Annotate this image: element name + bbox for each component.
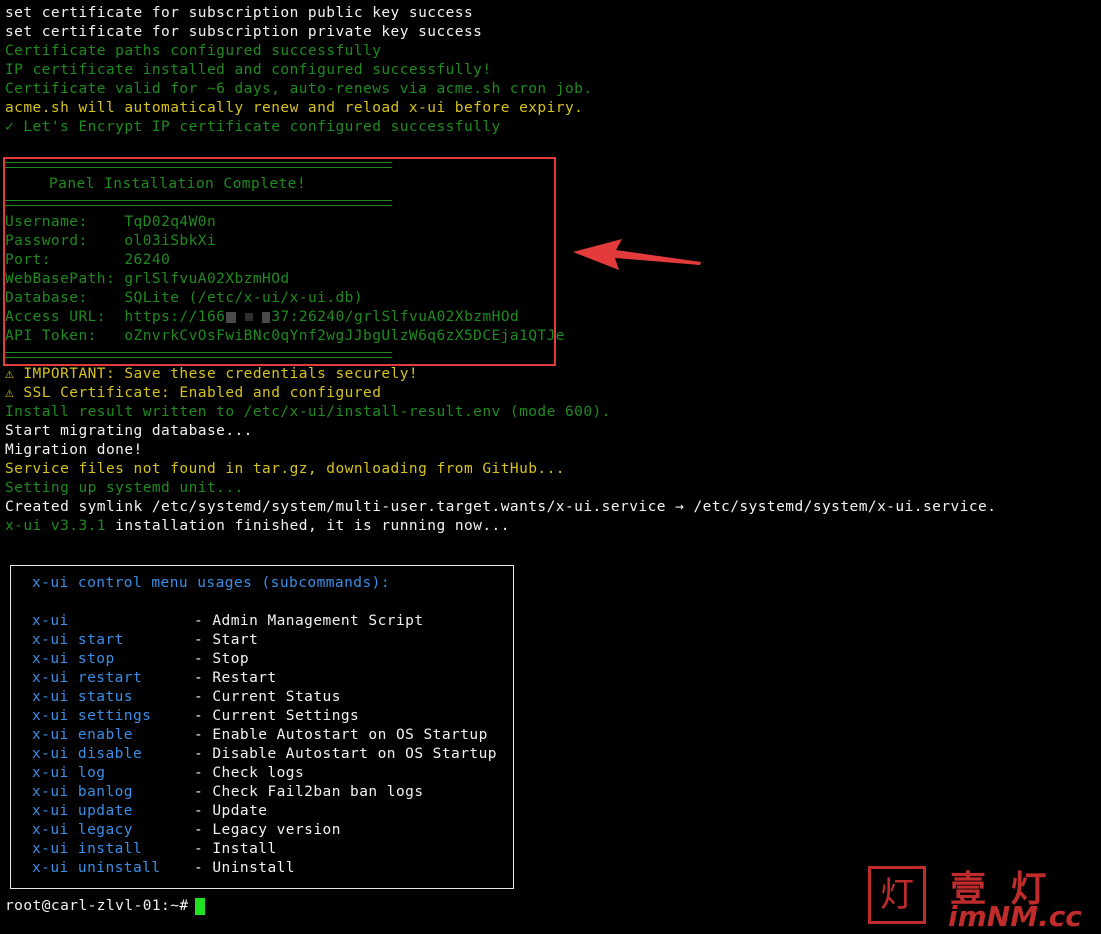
menu-command: x-ui settings: [32, 708, 152, 724]
output-line: Migration done!: [5, 442, 143, 458]
output-line: Certificate valid for ~6 days, auto-rene…: [5, 81, 593, 97]
menu-description: - Uninstall: [194, 860, 295, 876]
output-line: Install result written to /etc/x-ui/inst…: [5, 404, 611, 420]
watermark-logo: 灯: [868, 866, 926, 924]
menu-command: x-ui update: [32, 803, 133, 819]
prompt-text: root@carl-zlvl-01:~#: [5, 898, 189, 914]
menu-description: - Disable Autostart on OS Startup: [194, 746, 497, 762]
output-line: Certificate paths configured successfull…: [5, 43, 382, 59]
menu-description: - Install: [194, 841, 277, 857]
menu-description: - Check Fail2ban ban logs: [194, 784, 424, 800]
finished-text: installation finished, it is running now…: [105, 518, 510, 534]
menu-command: x-ui banlog: [32, 784, 133, 800]
menu-description: - Enable Autostart on OS Startup: [194, 727, 488, 743]
cursor-block: [194, 897, 205, 915]
terminal-window[interactable]: set certificate for subscription public …: [0, 0, 1101, 934]
menu-title: x-ui control menu usages (subcommands):: [32, 575, 391, 591]
highlight-box: [3, 157, 556, 366]
watermark: 灯 壹 灯 imNM.cc: [864, 860, 1094, 933]
menu-command: x-ui stop: [32, 651, 115, 667]
menu-command: x-ui log: [32, 765, 106, 781]
finished-line: x-ui v3.3.1 installation finished, it is…: [5, 517, 510, 536]
menu-command: x-ui status: [32, 689, 133, 705]
version-text: x-ui v3.3.1: [5, 518, 106, 534]
menu-description: - Legacy version: [194, 822, 341, 838]
menu-description: - Restart: [194, 670, 277, 686]
menu-description: - Start: [194, 632, 259, 648]
menu-description: - Stop: [194, 651, 250, 667]
menu-description: - Check logs: [194, 765, 305, 781]
menu-command: x-ui: [32, 613, 69, 629]
output-line: Setting up systemd unit...: [5, 480, 244, 496]
menu-description: - Update: [194, 803, 268, 819]
menu-command: x-ui start: [32, 632, 124, 648]
output-line: ⚠ SSL Certificate: Enabled and configure…: [5, 385, 382, 401]
menu-command: x-ui uninstall: [32, 860, 161, 876]
output-line: Start migrating database...: [5, 423, 253, 439]
output-line: ⚠ IMPORTANT: Save these credentials secu…: [5, 366, 419, 382]
output-line: Created symlink /etc/systemd/system/mult…: [5, 499, 997, 515]
menu-description: - Current Settings: [194, 708, 360, 724]
annotation-arrow-icon: [573, 239, 701, 270]
output-line: IP certificate installed and configured …: [5, 62, 492, 78]
output-line: Service files not found in tar.gz, downl…: [5, 461, 565, 477]
menu-description: - Current Status: [194, 689, 341, 705]
output-line: ✓ Let's Encrypt IP certificate configure…: [5, 119, 501, 135]
watermark-domain-text: imNM.cc: [948, 900, 1082, 933]
output-line: set certificate for subscription public …: [5, 5, 474, 21]
menu-command: x-ui legacy: [32, 822, 133, 838]
menu-description: - Admin Management Script: [194, 613, 424, 629]
menu-command: x-ui restart: [32, 670, 143, 686]
menu-command: x-ui disable: [32, 746, 143, 762]
output-line: set certificate for subscription private…: [5, 24, 483, 40]
shell-prompt[interactable]: root@carl-zlvl-01:~#: [5, 897, 205, 916]
output-line: acme.sh will automatically renew and rel…: [5, 100, 584, 116]
menu-command: x-ui enable: [32, 727, 133, 743]
menu-command: x-ui install: [32, 841, 143, 857]
